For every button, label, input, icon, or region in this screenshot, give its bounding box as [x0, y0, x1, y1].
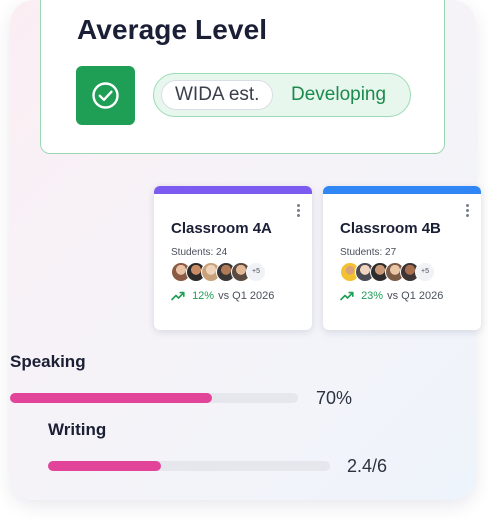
classroom-name: Classroom 4B	[340, 220, 441, 237]
trend-comparison: vs Q1 2026	[387, 290, 444, 302]
more-students-count: +5	[415, 262, 435, 282]
trend-percent: 23%	[361, 290, 384, 302]
trend-comparison: vs Q1 2026	[218, 290, 275, 302]
wida-level-pill: WIDA est. Developing	[153, 73, 411, 117]
student-count: Students: 27	[340, 247, 397, 258]
more-students-count: +5	[246, 262, 266, 282]
wida-level-status: Developing	[291, 84, 387, 105]
skill-progress-fill	[10, 393, 212, 403]
wida-estimate-badge: WIDA est.	[161, 80, 274, 110]
student-count: Students: 24	[171, 247, 228, 258]
classroom-trend: 12% vs Q1 2026	[171, 290, 274, 302]
skill-label-speaking: Speaking	[10, 352, 86, 371]
classroom-accent-bar	[323, 186, 481, 194]
level-check-badge	[76, 66, 135, 125]
skill-progress-fill	[48, 461, 161, 471]
classroom-card-4b[interactable]: Classroom 4B Students: 27 +5 23% vs Q1 20…	[323, 186, 481, 330]
skill-progress-writing	[48, 461, 330, 471]
skill-label-writing: Writing	[48, 420, 107, 439]
classroom-name: Classroom 4A	[171, 220, 272, 237]
trending-up-icon	[340, 290, 361, 302]
more-vertical-icon[interactable]	[466, 204, 470, 219]
trending-up-icon	[171, 290, 192, 302]
more-vertical-icon[interactable]	[297, 204, 301, 219]
trend-percent: 12%	[192, 290, 215, 302]
skill-value-speaking: 70%	[316, 388, 353, 408]
classroom-accent-bar	[154, 186, 312, 194]
skill-value-writing: 2.4/6	[347, 456, 388, 476]
classroom-card-4a[interactable]: Classroom 4A Students: 24 +5 12% vs Q1 20…	[154, 186, 312, 330]
average-level-title: Average Level	[77, 14, 268, 45]
classroom-trend: 23% vs Q1 2026	[340, 290, 443, 302]
skill-progress-speaking	[10, 393, 298, 403]
